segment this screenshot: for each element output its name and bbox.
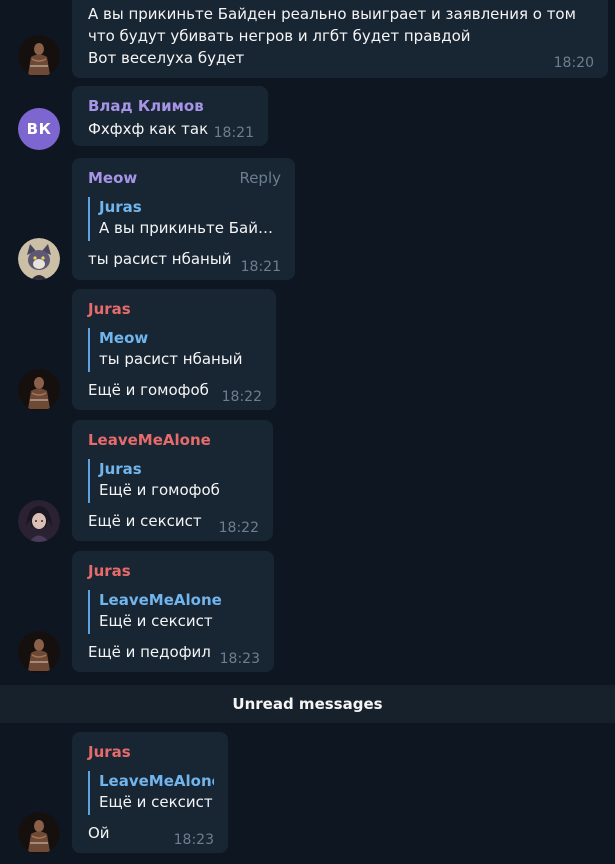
reply-quote[interactable]: LeaveMeAlone Ещё и сексист xyxy=(88,771,214,815)
quote-text: ты расист нбаный xyxy=(99,350,243,368)
message-bubble[interactable]: Juras LeaveMeAlone Ещё и сексист Ой 18:2… xyxy=(72,732,228,853)
message-text-line: А вы прикиньте Байден реально выиграет и… xyxy=(88,5,576,23)
message-bubble[interactable]: Влад Климов Фхфхф как так 18:21 xyxy=(72,86,268,146)
quote-sender: LeaveMeAlone xyxy=(99,591,222,609)
reply-quote[interactable]: Juras А вы прикиньте Байден реально выиг… xyxy=(88,197,281,241)
sender-name[interactable]: Juras xyxy=(88,562,131,580)
message-bubble[interactable]: LeaveMeAlone Juras Ещё и гомофоб Ещё и с… xyxy=(72,420,273,541)
message-bubble[interactable]: А вы прикиньте Байден реально выиграет и… xyxy=(72,0,608,78)
juras-avatar-icon[interactable] xyxy=(18,812,60,854)
quote-text: Ещё и сексист xyxy=(99,793,213,811)
message-bubble[interactable]: Meow Reply Juras А вы прикиньте Байден р… xyxy=(72,158,295,280)
message-bubble[interactable]: Juras LeaveMeAlone Ещё и сексист Ещё и п… xyxy=(72,551,274,672)
anime-avatar-icon[interactable] xyxy=(18,500,60,542)
sender-name[interactable]: LeaveMeAlone xyxy=(88,431,211,449)
chat-history[interactable]: А вы прикиньте Байден реально выиграет и… xyxy=(0,0,615,864)
quote-sender: Juras xyxy=(99,460,142,478)
unread-messages-divider: Unread messages xyxy=(0,685,615,723)
cat-avatar-icon[interactable] xyxy=(18,238,60,280)
message-time: 18:23 xyxy=(173,832,214,848)
reply-quote[interactable]: LeaveMeAlone Ещё и сексист xyxy=(88,590,260,634)
quote-text: А вы прикиньте Байден реально выиграет xyxy=(99,219,281,237)
sender-name[interactable]: Влад Климов xyxy=(88,97,204,115)
message-time: 18:22 xyxy=(218,520,259,536)
message-text: Ещё и сексист xyxy=(88,512,202,530)
message-bubble[interactable]: Juras Meow ты расист нбаный Ещё и гомофо… xyxy=(72,289,276,410)
user-avatar[interactable]: ВК xyxy=(18,108,60,150)
reply-button[interactable]: Reply xyxy=(239,169,281,187)
message-time: 18:21 xyxy=(240,259,281,275)
message-text: Ещё и педофил xyxy=(88,643,211,661)
reply-quote[interactable]: Meow ты расист нбаный xyxy=(88,328,262,372)
message-text-line: Вот веселуха будет xyxy=(88,49,245,67)
message-text-line: что будут убивать негров и лгбт будет пр… xyxy=(88,27,471,45)
message-time: 18:22 xyxy=(221,389,262,405)
message-time: 18:21 xyxy=(213,125,254,141)
message-text: Фхфхф как так xyxy=(88,120,209,138)
quote-text: Ещё и гомофоб xyxy=(99,481,220,499)
sender-name[interactable]: Juras xyxy=(88,300,131,318)
sender-name[interactable]: Juras xyxy=(88,743,131,761)
message-text: ты расист нбаный xyxy=(88,250,232,268)
quote-sender: Juras xyxy=(99,198,142,216)
juras-avatar-icon[interactable] xyxy=(18,369,60,411)
quote-sender: LeaveMeAlone xyxy=(99,772,214,790)
quote-sender: Meow xyxy=(99,329,149,347)
message-time: 18:20 xyxy=(553,55,594,71)
reply-quote[interactable]: Juras Ещё и гомофоб xyxy=(88,459,259,503)
message-text: Ой xyxy=(88,824,110,842)
sender-name[interactable]: Meow xyxy=(88,169,137,187)
message-text: Ещё и гомофоб xyxy=(88,381,209,399)
juras-avatar-icon[interactable] xyxy=(18,631,60,673)
quote-text: Ещё и сексист xyxy=(99,612,213,630)
juras-avatar-icon[interactable] xyxy=(18,35,60,77)
message-time: 18:23 xyxy=(219,651,260,667)
